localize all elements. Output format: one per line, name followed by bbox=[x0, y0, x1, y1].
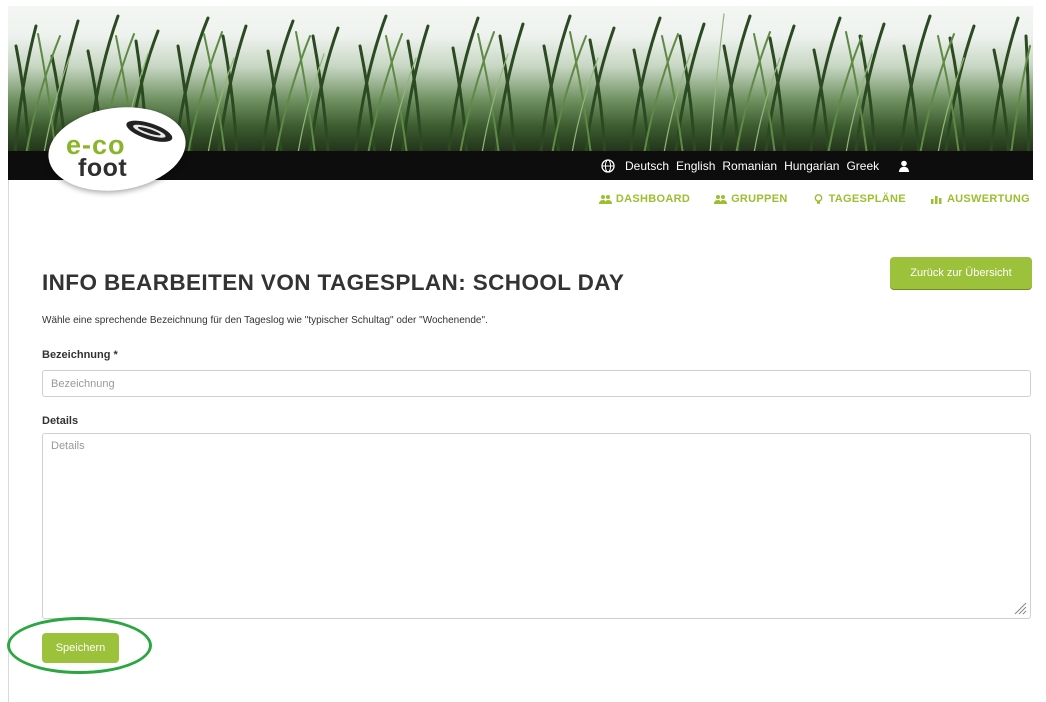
back-to-overview-button[interactable]: Zurück zur Übersicht bbox=[890, 257, 1032, 289]
users-icon bbox=[714, 195, 728, 204]
language-link-romanian[interactable]: Romanian bbox=[722, 159, 777, 173]
nav-item-dashboard[interactable]: DASHBOARD bbox=[598, 193, 691, 205]
bulb-icon bbox=[814, 194, 822, 204]
nav-item-label: DASHBOARD bbox=[615, 193, 691, 205]
main-navigation: DASHBOARD GRUPPEN TAGESPLÄNE AUSWERTUNG bbox=[598, 193, 1030, 205]
logo-text-line2: foot bbox=[78, 154, 128, 182]
name-label: Bezeichnung * bbox=[42, 349, 118, 361]
resize-handle-icon[interactable] bbox=[1013, 601, 1027, 615]
details-label: Details bbox=[42, 415, 79, 427]
user-icon[interactable] bbox=[898, 160, 910, 172]
footprint-icon bbox=[126, 120, 173, 142]
nav-item-label: TAGESPLÄNE bbox=[828, 193, 906, 205]
language-link-deutsch[interactable]: Deutsch bbox=[625, 159, 669, 173]
page-left-border bbox=[8, 180, 9, 702]
language-bar: Deutsch English Romanian Hungarian Greek bbox=[601, 157, 910, 175]
globe-icon bbox=[601, 159, 615, 173]
chart-icon bbox=[930, 196, 942, 204]
save-button[interactable]: Speichern bbox=[42, 633, 119, 663]
hint-text: Wähle eine sprechende Bezeichnung für de… bbox=[42, 315, 488, 326]
page-title: INFO BEARBEITEN VON TAGESPLAN: SCHOOL DA… bbox=[42, 270, 625, 295]
nav-item-auswertung[interactable]: AUSWERTUNG bbox=[930, 193, 1030, 205]
nav-item-gruppen[interactable]: GRUPPEN bbox=[714, 193, 788, 205]
name-input[interactable] bbox=[42, 370, 1031, 397]
language-link-english[interactable]: English bbox=[676, 159, 715, 173]
nav-item-label: GRUPPEN bbox=[731, 193, 788, 205]
nav-item-label: AUSWERTUNG bbox=[946, 193, 1030, 205]
nav-item-tagesplaene[interactable]: TAGESPLÄNE bbox=[812, 193, 906, 205]
language-link-greek[interactable]: Greek bbox=[846, 159, 879, 173]
language-link-hungarian[interactable]: Hungarian bbox=[784, 159, 839, 173]
users-icon bbox=[598, 195, 612, 204]
e-co-foot-logo[interactable]: e-co foot bbox=[42, 98, 192, 200]
details-textarea[interactable] bbox=[42, 433, 1031, 619]
